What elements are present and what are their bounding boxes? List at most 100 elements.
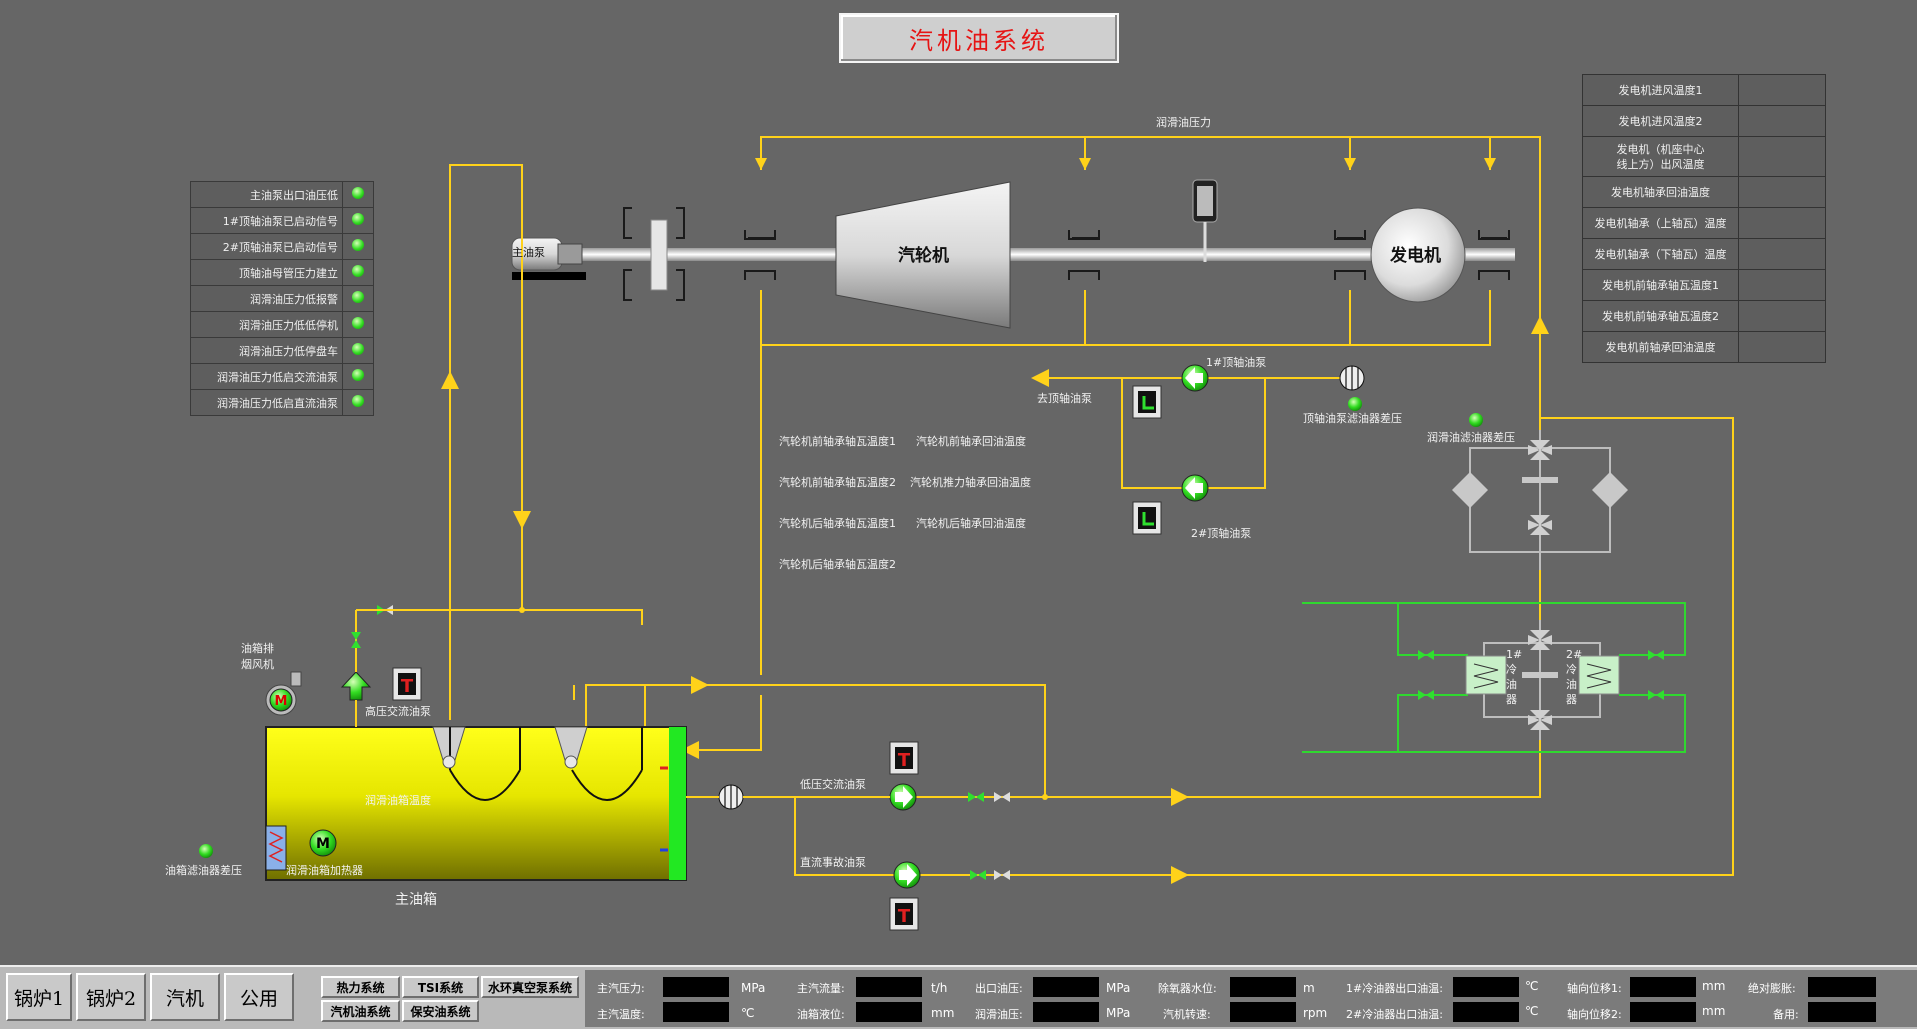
status-unit: MPa [1106, 1006, 1131, 1020]
status-value [856, 1002, 922, 1022]
svg-text:M: M [275, 694, 288, 709]
nav-boiler1-button[interactable]: 锅炉1 [6, 973, 72, 1021]
alarm-row: 1#顶轴油泵已启动信号 [190, 207, 374, 234]
cooler-1-label: 1# 冷油器 [1506, 648, 1523, 706]
main-oil-pump [511, 237, 586, 280]
jack-filter-dp-label: 顶轴油泵滤油器差压 [1303, 412, 1402, 425]
nav-common-button[interactable]: 公用 [224, 973, 294, 1021]
nav-safety-oil-button[interactable]: 保安油系统 [402, 1000, 479, 1022]
temp-row: 发电机轴承（下轴瓦）温度 [1582, 238, 1826, 270]
alarm-row: 主油泵出口油压低 [190, 181, 374, 208]
status-unit: rpm [1303, 1006, 1328, 1020]
status-led-icon [352, 343, 364, 355]
temp-value [1738, 207, 1826, 239]
status-value [856, 977, 922, 997]
status-unit: ℃ [1525, 1004, 1539, 1018]
nav-boiler2-button[interactable]: 锅炉2 [76, 973, 146, 1021]
cooler-2-label: 2# 冷油器 [1566, 648, 1583, 706]
generator-label: 发电机 [1390, 246, 1441, 266]
alarm-label: 主油泵出口油压低 [190, 181, 343, 208]
status-label: 轴向位移1: [1567, 982, 1622, 995]
temp-label: 汽轮机前轴承回油温度 [916, 435, 1026, 448]
status-value [1808, 1002, 1876, 1022]
temp-value [1738, 105, 1826, 137]
status-value [1230, 1002, 1296, 1022]
status-led-icon [352, 265, 364, 277]
nav-tsi-button[interactable]: TSI系统 [402, 976, 479, 998]
hp-ac-pump-label[interactable]: 高压交流油泵 [365, 705, 431, 718]
svg-text:T: T [898, 750, 911, 771]
jack-pump-1-label[interactable]: 1#顶轴油泵 [1206, 356, 1266, 369]
status-label: 1#冷油器出口油温: [1346, 982, 1443, 995]
svg-text:T: T [898, 906, 911, 927]
status-label: 轴向位移2: [1567, 1008, 1622, 1021]
nav-turbine-button[interactable]: 汽机 [150, 973, 220, 1021]
temp-name: 发电机前轴承轴瓦温度2 [1582, 300, 1739, 332]
alarm-table: 主油泵出口油压低 1#顶轴油泵已启动信号 2#顶轴油泵已启动信号 顶轴油母管压力… [190, 181, 374, 416]
status-value [1453, 977, 1519, 997]
status-unit: ℃ [741, 1006, 755, 1020]
status-led-icon [352, 239, 364, 251]
status-value [1230, 977, 1296, 997]
status-value [1808, 977, 1876, 997]
status-label: 润滑油压: [975, 1008, 1023, 1021]
temp-name: 发电机轴承（上轴瓦）温度 [1582, 207, 1739, 239]
temp-name: 发电机进风温度2 [1582, 105, 1739, 137]
status-value [1033, 1002, 1099, 1022]
nav-oil-system-button[interactable]: 汽机油系统 [321, 1000, 400, 1022]
temp-name: 发电机前轴承回油温度 [1582, 331, 1739, 363]
dc-pump-label[interactable]: 直流事故油泵 [800, 856, 866, 869]
status-led-icon [352, 213, 364, 225]
nav-thermal-button[interactable]: 热力系统 [321, 976, 400, 998]
lp-ac-pump-label[interactable]: 低压交流油泵 [800, 778, 866, 791]
alarm-label: 2#顶轴油泵已启动信号 [190, 233, 343, 260]
lube-filter-dp-label: 润滑油滤油器差压 [1427, 431, 1515, 444]
svg-text:T: T [401, 676, 414, 697]
status-unit: mm [1702, 1004, 1726, 1018]
temp-label: 汽轮机后轴承轴瓦温度1 [779, 517, 896, 530]
status-label: 主汽温度: [597, 1008, 645, 1021]
exhaust-fan-motor: M [265, 671, 302, 716]
temp-value [1738, 238, 1826, 270]
status-label: 绝对膨胀: [1748, 982, 1796, 995]
status-led-icon [352, 187, 364, 199]
alarm-label: 润滑油压力低低停机 [190, 311, 343, 338]
alarm-row: 润滑油压力低启交流油泵 [190, 363, 374, 390]
status-led-icon [352, 369, 364, 381]
temp-value [1738, 74, 1826, 106]
temp-value [1738, 136, 1826, 177]
temp-value [1738, 300, 1826, 332]
temp-row: 发电机轴承（上轴瓦）温度 [1582, 207, 1826, 239]
status-unit: ℃ [1525, 979, 1539, 993]
jack-pump-2-label[interactable]: 2#顶轴油泵 [1191, 527, 1251, 540]
generator-temp-table: 发电机进风温度1 发电机进风温度2 发电机（机座中心 线上方）出风温度 发电机轴承… [1582, 74, 1826, 363]
status-label: 汽机转速: [1163, 1008, 1211, 1021]
temp-name: 发电机进风温度1 [1582, 74, 1739, 106]
status-label: 除氧器水位: [1158, 982, 1217, 995]
temp-label: 汽轮机后轴承回油温度 [916, 517, 1026, 530]
tank-heater-label[interactable]: 润滑油箱加热器 [286, 864, 363, 877]
temp-label: 汽轮机后轴承轴瓦温度2 [779, 558, 896, 571]
alarm-row: 润滑油压力低低停机 [190, 311, 374, 338]
temp-row: 发电机前轴承轴瓦温度2 [1582, 300, 1826, 332]
temp-name: 发电机（机座中心 线上方）出风温度 [1582, 136, 1739, 177]
status-unit: MPa [741, 981, 766, 995]
status-value [1033, 977, 1099, 997]
status-unit: mm [931, 1006, 955, 1020]
status-value [1630, 1002, 1696, 1022]
status-value [1630, 977, 1696, 997]
status-value [1453, 1002, 1519, 1022]
nav-vacuum-button[interactable]: 水环真空泵系统 [481, 976, 579, 998]
temp-name: 发电机轴承（下轴瓦）温度 [1582, 238, 1739, 270]
status-led-icon [352, 395, 364, 407]
lube-pressure-label: 润滑油压力 [1156, 116, 1211, 129]
temp-row: 发电机前轴承轴瓦温度1 [1582, 269, 1826, 301]
main-oil-pump-label: 主油泵 [512, 246, 545, 259]
exhaust-fan-label-1: 油箱排 [241, 642, 274, 655]
turbine-label: 汽轮机 [898, 246, 949, 266]
alarm-label: 润滑油压力低启交流油泵 [190, 363, 343, 390]
temp-name: 发电机轴承回油温度 [1582, 176, 1739, 208]
status-label: 备用: [1773, 1008, 1799, 1021]
temp-row: 发电机前轴承回油温度 [1582, 331, 1826, 363]
temp-value [1738, 176, 1826, 208]
